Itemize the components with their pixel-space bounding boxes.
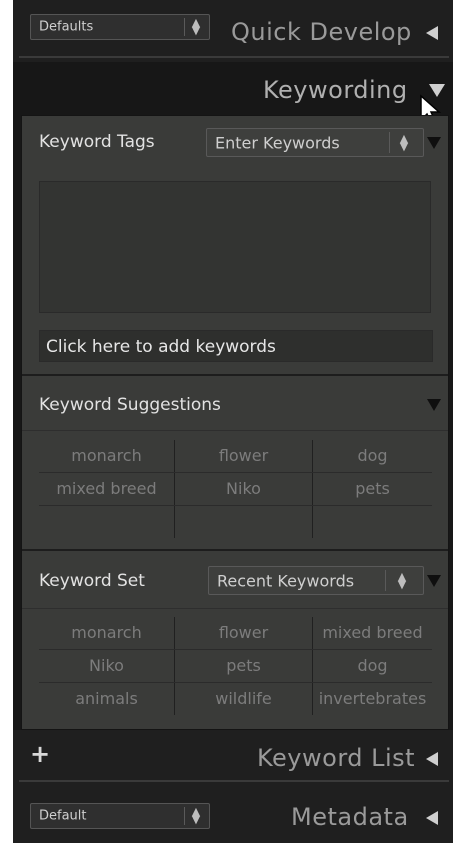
divider [22, 549, 448, 551]
keywording-title: Keywording [263, 76, 408, 104]
left-triangle-icon[interactable] [426, 811, 438, 825]
keywording-header[interactable]: Keywording [13, 62, 453, 127]
keyword-set-value: Recent Keywords [217, 571, 355, 590]
suggestion-chip[interactable]: dog [313, 446, 432, 465]
keyword-list-title: Keyword List [257, 744, 416, 772]
suggestion-chip[interactable]: pets [313, 479, 432, 498]
keyword-set-label: Keyword Set [39, 571, 145, 591]
keyword-set-select[interactable]: Recent Keywords ▲ ▼ [208, 566, 424, 595]
down-triangle-icon[interactable] [427, 399, 441, 411]
quick-develop-title: Quick Develop [231, 18, 412, 46]
suggestion-chip[interactable]: flower [175, 446, 312, 465]
keyword-set-chip[interactable]: dog [313, 656, 432, 675]
keyword-set-chip[interactable]: animals [39, 689, 174, 708]
divider [22, 374, 448, 376]
add-keyword-button[interactable]: + [30, 740, 50, 768]
keyword-set-chip[interactable]: flower [175, 623, 312, 642]
up-down-arrows-icon: ▲ ▼ [397, 569, 407, 591]
keyword-set-grid: monarch flower mixed breed Niko pets dog… [39, 617, 432, 715]
down-triangle-icon[interactable] [427, 575, 441, 587]
keyword-set-chip[interactable]: Niko [39, 656, 174, 675]
keyword-set-chip[interactable]: wildlife [175, 689, 312, 708]
keyword-list-header[interactable]: + Keyword List [13, 730, 453, 785]
left-triangle-icon[interactable] [426, 26, 438, 40]
divider [19, 56, 449, 58]
keyword-suggestions-label: Keyword Suggestions [39, 395, 221, 415]
keyword-set-chip[interactable]: mixed breed [313, 623, 432, 642]
quick-develop-preset-value: Defaults [39, 19, 94, 35]
add-keywords-placeholder: Click here to add keywords [46, 337, 276, 357]
keyword-tags-mode-value: Enter Keywords [215, 133, 340, 152]
keyword-set-chip[interactable]: monarch [39, 623, 174, 642]
keywording-panel: Keyword Tags Enter Keywords ▲ ▼ Click her… [21, 115, 449, 730]
up-down-arrows-icon: ▲ ▼ [191, 805, 201, 826]
keyword-tags-textarea[interactable] [39, 181, 431, 313]
keyword-tags-mode-select[interactable]: Enter Keywords ▲ ▼ [206, 128, 424, 157]
right-panel: Defaults ▲ ▼ Quick Develop Keywording Key… [13, 0, 453, 843]
suggestion-chip[interactable]: monarch [39, 446, 174, 465]
keyword-suggestions-grid: monarch flower dog mixed breed Niko pets [39, 440, 432, 538]
down-triangle-icon[interactable] [427, 137, 441, 149]
suggestion-chip[interactable]: Niko [175, 479, 312, 498]
add-keywords-field[interactable]: Click here to add keywords [39, 330, 433, 362]
divider [19, 780, 449, 782]
suggestion-chip[interactable]: mixed breed [39, 479, 174, 498]
up-down-arrows-icon: ▲ ▼ [399, 131, 409, 153]
keyword-set-chip[interactable]: invertebrates [313, 689, 432, 708]
keyword-tags-label: Keyword Tags [39, 132, 155, 152]
metadata-preset-select[interactable]: Default ▲ ▼ [30, 803, 210, 829]
metadata-preset-value: Default [39, 808, 87, 824]
metadata-header[interactable]: Default ▲ ▼ Metadata [13, 785, 453, 843]
left-triangle-icon[interactable] [426, 752, 438, 766]
keyword-set-chip[interactable]: pets [175, 656, 312, 675]
quick-develop-preset-select[interactable]: Defaults ▲ ▼ [30, 14, 210, 40]
up-down-arrows-icon: ▲ ▼ [191, 16, 201, 37]
metadata-title: Metadata [291, 803, 409, 831]
quick-develop-header[interactable]: Defaults ▲ ▼ Quick Develop [13, 0, 453, 62]
